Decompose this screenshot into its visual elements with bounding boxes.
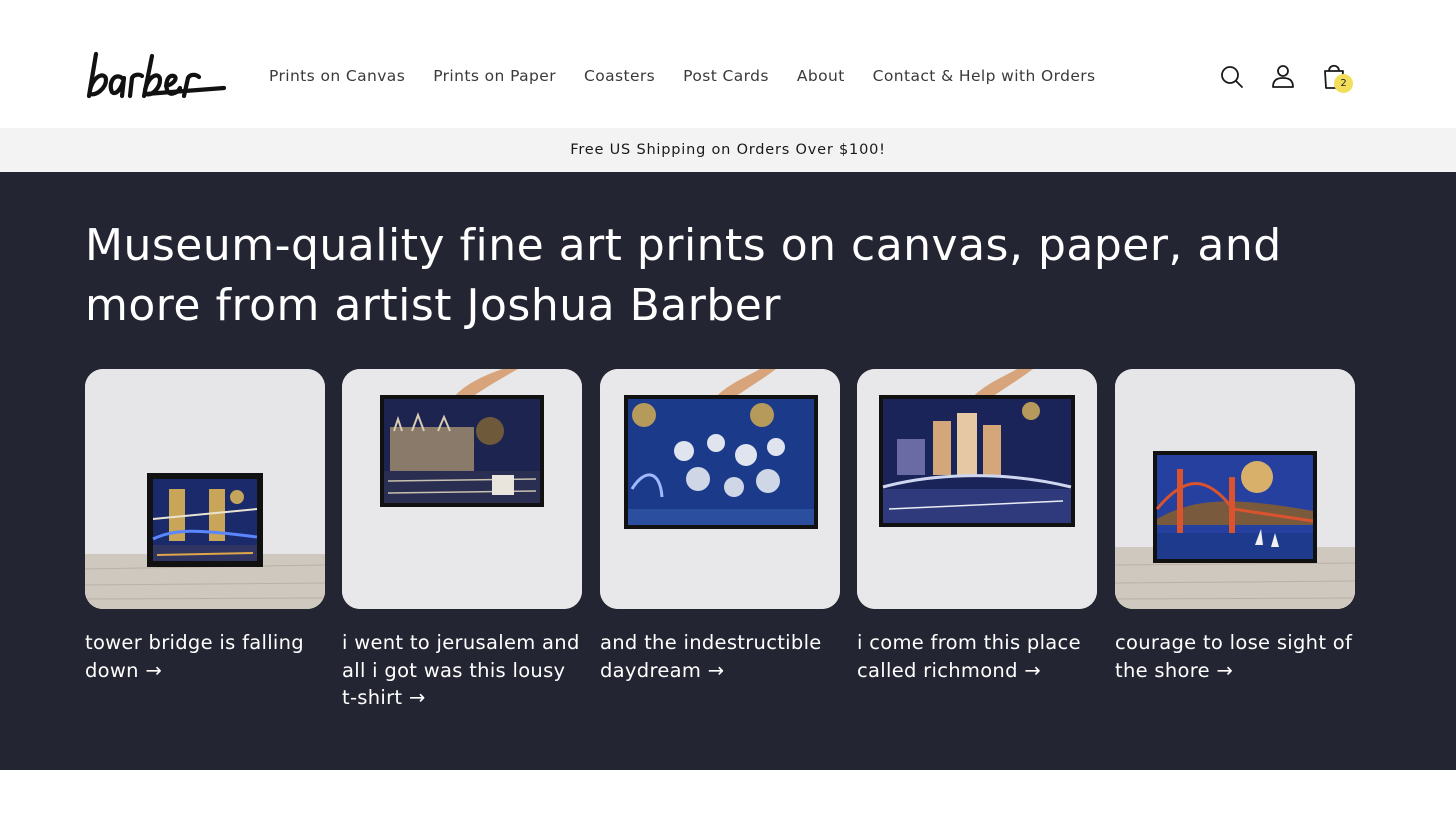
hero-section: Museum-quality fine art prints on canvas… <box>0 172 1456 770</box>
main-nav: Prints on Canvas Prints on Paper Coaster… <box>269 66 1124 86</box>
product-image[interactable] <box>85 369 325 609</box>
search-button[interactable] <box>1216 60 1248 92</box>
hero-heading: Museum-quality fine art prints on canvas… <box>85 220 1282 331</box>
product-title[interactable]: and the indestructible daydream → <box>600 629 840 684</box>
announcement-bar: Free US Shipping on Orders Over $100! <box>0 128 1456 172</box>
cart-count-badge: 2 <box>1334 74 1353 93</box>
product-title[interactable]: courage to lose sight of the shore → <box>1115 629 1355 684</box>
product-title[interactable]: i come from this place called richmond → <box>857 629 1097 684</box>
product-image[interactable] <box>1115 369 1355 609</box>
nav-prints-on-canvas[interactable]: Prints on Canvas <box>269 66 405 86</box>
product-image[interactable] <box>342 369 582 609</box>
product-title[interactable]: i went to jerusalem and all i got was th… <box>342 629 582 712</box>
product-title[interactable]: tower bridge is falling down → <box>85 629 325 684</box>
nav-coasters[interactable]: Coasters <box>584 66 655 86</box>
account-icon <box>1272 65 1294 88</box>
search-icon <box>1221 66 1243 88</box>
logo-wordmark <box>86 51 227 99</box>
nav-contact-help[interactable]: Contact & Help with Orders <box>873 66 1096 86</box>
product-card[interactable]: courage to lose sight of the shore → <box>1115 369 1355 684</box>
product-card[interactable]: i come from this place called richmond → <box>857 369 1097 684</box>
nav-about[interactable]: About <box>797 66 845 86</box>
product-card[interactable]: i went to jerusalem and all i got was th… <box>342 369 582 712</box>
account-button[interactable] <box>1267 60 1299 92</box>
site-header: Prints on Canvas Prints on Paper Coaster… <box>0 0 1456 128</box>
product-image[interactable] <box>600 369 840 609</box>
announcement-text: Free US Shipping on Orders Over $100! <box>570 142 886 158</box>
nav-prints-on-paper[interactable]: Prints on Paper <box>433 66 556 86</box>
brand-logo[interactable] <box>86 50 227 102</box>
product-image[interactable] <box>857 369 1097 609</box>
product-card[interactable]: and the indestructible daydream → <box>600 369 840 684</box>
product-card[interactable]: tower bridge is falling down → <box>85 369 325 684</box>
nav-post-cards[interactable]: Post Cards <box>683 66 769 86</box>
